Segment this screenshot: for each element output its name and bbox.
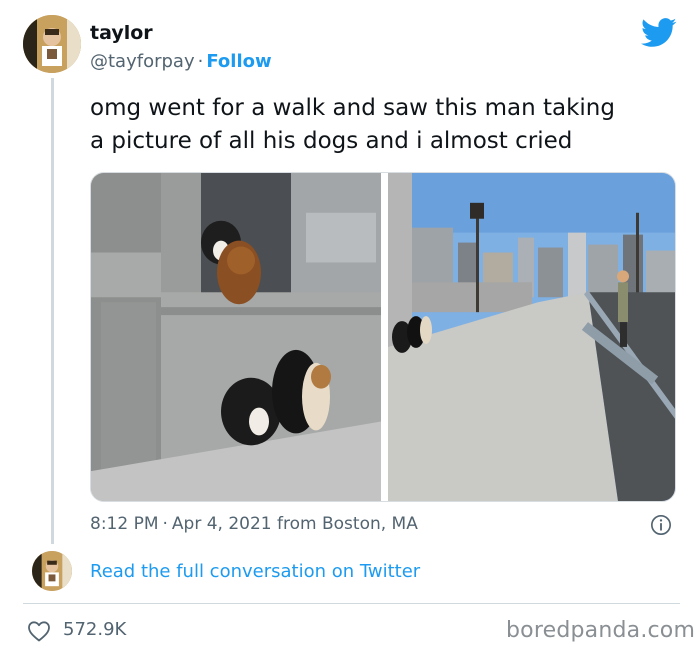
tweet-timestamp[interactable]: 8:12 PM · Apr 4, 2021 from Boston, MA xyxy=(90,514,418,534)
author-avatar[interactable] xyxy=(23,15,81,73)
heart-icon[interactable] xyxy=(27,620,51,642)
photo-image xyxy=(388,173,675,501)
conversation-avatar xyxy=(32,551,72,591)
info-icon[interactable] xyxy=(650,514,672,536)
tweet-location: from Boston, MA xyxy=(277,514,418,534)
tweet-time: 8:12 PM xyxy=(90,514,159,534)
tweet-media xyxy=(90,172,676,502)
read-conversation-link[interactable]: Read the full conversation on Twitter xyxy=(90,561,420,582)
photo-dogs-window[interactable] xyxy=(91,173,381,501)
photo-bridge-man[interactable] xyxy=(388,173,675,501)
avatar-image xyxy=(23,15,81,73)
tweet-date: Apr 4, 2021 xyxy=(171,514,272,534)
thread-connector xyxy=(51,78,54,544)
author-name[interactable]: taylor xyxy=(90,22,153,44)
divider xyxy=(23,603,680,604)
tweet-text: omg went for a walk and saw this man tak… xyxy=(90,92,680,158)
tweet-text-line: omg went for a walk and saw this man tak… xyxy=(90,95,615,121)
follow-button[interactable]: Follow xyxy=(206,51,271,72)
like-count: 572.9K xyxy=(63,619,127,640)
author-handle-row: @tayforpay · Follow xyxy=(90,51,272,72)
photo-image xyxy=(91,173,381,501)
twitter-bird-icon[interactable] xyxy=(641,18,677,48)
separator: · xyxy=(197,51,204,72)
author-handle[interactable]: @tayforpay xyxy=(90,51,195,72)
tweet-text-line: a picture of all his dogs and i almost c… xyxy=(90,128,573,154)
watermark: boredpanda.com xyxy=(506,618,696,643)
avatar-image xyxy=(32,551,72,591)
separator: · xyxy=(162,514,168,534)
